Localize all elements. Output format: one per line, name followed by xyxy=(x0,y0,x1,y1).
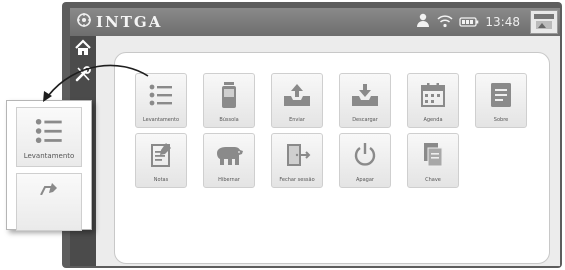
top-bar: INTGA 13:48 xyxy=(70,8,560,36)
tile-agenda[interactable]: Agenda xyxy=(407,73,459,128)
tile-label: Sobre xyxy=(493,117,509,123)
tile-label: Hibernar xyxy=(218,177,240,183)
notes-icon xyxy=(39,180,61,199)
tile-fechar-sessao[interactable]: Fechar sessão xyxy=(271,133,323,188)
power-icon xyxy=(340,140,390,170)
tile-levantamento[interactable]: Levantamento xyxy=(135,73,187,128)
tile-label: Levantamento xyxy=(142,117,180,123)
document-icon xyxy=(476,80,526,110)
battery-icon[interactable] xyxy=(459,13,479,32)
calendar-icon xyxy=(408,80,458,110)
tile-sobre[interactable]: Sobre xyxy=(475,73,527,128)
status-area: 13:48 xyxy=(415,8,560,36)
tile-bussola[interactable]: Bússola xyxy=(203,73,255,128)
brand-name: INTGA xyxy=(96,13,163,31)
tools-icon xyxy=(74,65,92,87)
sidebar-item-tools[interactable] xyxy=(73,66,93,86)
zoom-callout: Levantamento xyxy=(6,100,92,231)
files-icon xyxy=(408,140,458,170)
tile-label: Agenda xyxy=(423,117,443,123)
tile-apagar[interactable]: Apagar xyxy=(339,133,391,188)
tile-notas[interactable]: Notas xyxy=(135,133,187,188)
wifi-icon[interactable] xyxy=(437,13,453,32)
upload-icon xyxy=(272,80,322,110)
tile-label: Fechar sessão xyxy=(279,177,315,183)
tile-enviar[interactable]: Enviar xyxy=(271,73,323,128)
tile-hibernar[interactable]: Hibernar xyxy=(203,133,255,188)
list-icon xyxy=(136,80,186,110)
download-icon xyxy=(340,80,390,110)
partner-logo-icon xyxy=(530,10,558,34)
user-icon[interactable] xyxy=(415,12,431,32)
brand: INTGA xyxy=(76,13,162,31)
brand-logo-icon xyxy=(76,12,92,32)
tile-chave[interactable]: Chave xyxy=(407,133,459,188)
zoom-tile-notas-partial xyxy=(16,173,82,231)
zoom-tile-levantamento: Levantamento xyxy=(16,107,82,167)
launcher-panel: Levantamento Bússola Enviar Descargar Ag xyxy=(114,52,550,264)
clock: 13:48 xyxy=(485,15,520,29)
sidebar-item-home[interactable] xyxy=(73,39,93,61)
device-screen: INTGA 13:48 Levantamento Bússola Enviar … xyxy=(70,8,560,266)
device-icon xyxy=(204,80,254,110)
tile-label: Descargar xyxy=(352,117,378,123)
home-icon xyxy=(74,39,92,61)
notes-icon xyxy=(136,140,186,170)
tile-label: Chave xyxy=(425,177,441,183)
list-icon xyxy=(17,114,81,148)
logout-icon xyxy=(272,140,322,170)
tile-label: Notas xyxy=(153,177,169,183)
tile-label: Enviar xyxy=(289,117,305,123)
tile-label: Apagar xyxy=(356,177,374,183)
tile-descargar[interactable]: Descargar xyxy=(339,73,391,128)
bear-icon xyxy=(204,140,254,170)
zoom-tile-label: Levantamento xyxy=(23,152,75,160)
tile-label: Bússola xyxy=(219,117,239,123)
